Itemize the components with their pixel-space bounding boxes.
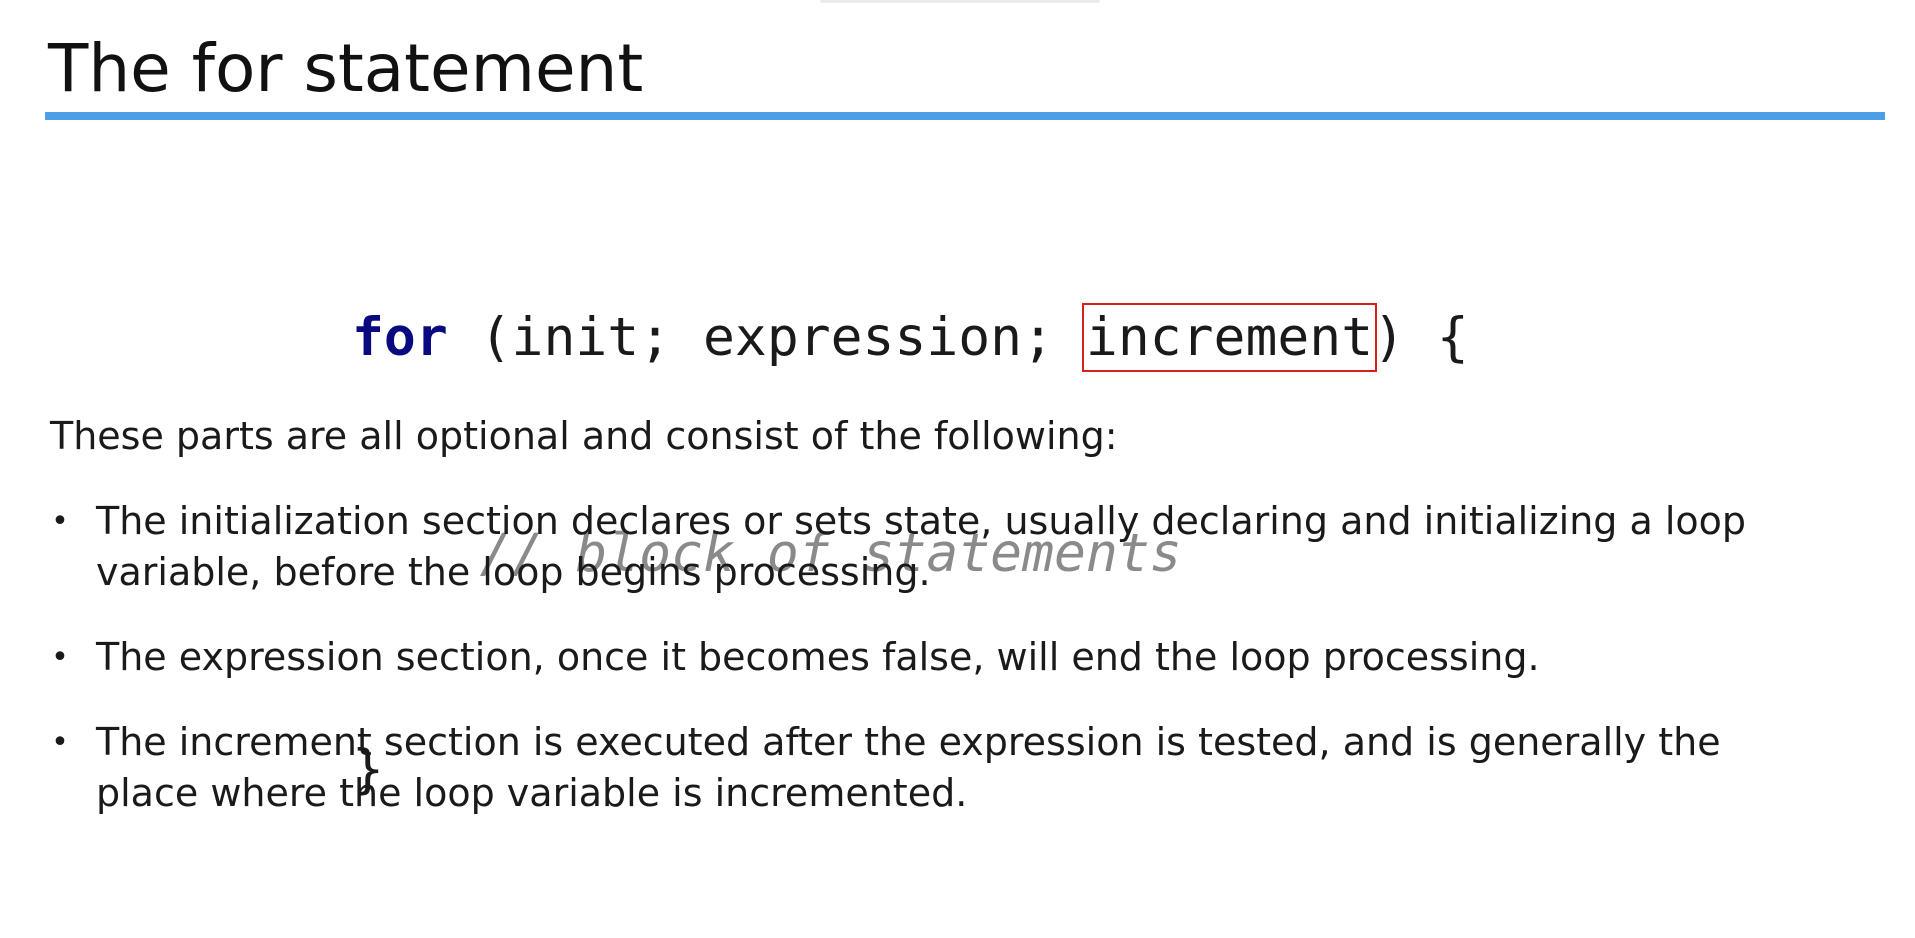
bullet-text: The initialization section declares or s… — [96, 499, 1747, 594]
bullet-item-increment: • The increment section is executed afte… — [50, 717, 1830, 819]
code-highlight-increment: increment — [1081, 303, 1378, 372]
bullet-item-expression: • The expression section, once it become… — [50, 632, 1830, 683]
bullet-item-initialization: • The initialization section declares or… — [50, 496, 1830, 598]
code-line-for: for (init; expression; increment) { — [352, 302, 1469, 374]
bullet-list: • The initialization section declares or… — [50, 496, 1830, 853]
bullet-dot-icon: • — [51, 725, 69, 760]
intro-text: These parts are all optional and consist… — [50, 414, 1118, 458]
code-header-open: (init; expression; — [447, 307, 1086, 368]
bullet-dot-icon: • — [51, 640, 69, 675]
slide-title: The for statement — [48, 30, 644, 107]
top-tab-indicator — [820, 0, 1100, 3]
code-header-close: ) { — [1373, 307, 1469, 368]
bullet-text: The increment section is executed after … — [96, 720, 1721, 815]
bullet-dot-icon: • — [51, 504, 69, 539]
title-underline — [45, 112, 1885, 120]
bullet-text: The expression section, once it becomes … — [96, 635, 1540, 679]
code-keyword-for: for — [352, 307, 448, 368]
